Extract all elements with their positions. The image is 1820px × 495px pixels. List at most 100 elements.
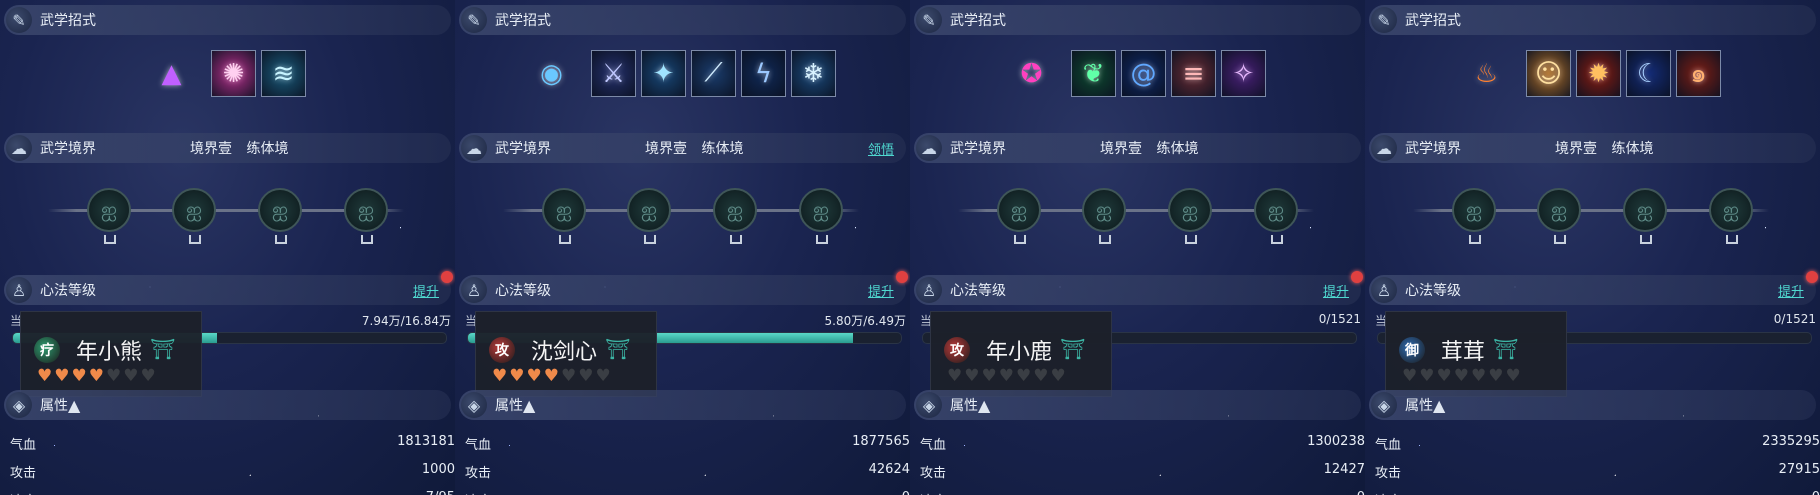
heart-icon: ♥ (1436, 366, 1452, 386)
attr-header: ◈ 属性 ▲ (1369, 390, 1816, 420)
realm-node[interactable]: ஐ (627, 188, 671, 244)
realm-node[interactable]: ஐ (1168, 188, 1212, 244)
realm-node[interactable]: ஐ (344, 188, 388, 244)
violet-spirit-icon[interactable]: ✧ (1221, 50, 1266, 97)
heart-icon: ♥ (1471, 366, 1487, 386)
realm-node[interactable]: ஐ (1254, 188, 1298, 244)
realm-track: ஐ ஐ ஐ ஐ (1405, 188, 1777, 244)
attr-label: 气血 (10, 438, 37, 453)
purple-cone-icon[interactable]: ▲ (149, 50, 194, 97)
upgrade-link[interactable]: 提升 (1323, 281, 1349, 300)
attr-label: 攻击 (465, 466, 492, 481)
upgrade-link[interactable]: 提升 (1778, 281, 1804, 300)
heart-icon: ♥ (1419, 366, 1435, 386)
cloud-swirl-icon: ☁ (461, 135, 487, 161)
attr-header: ◈ 属性 ▲ (4, 390, 451, 420)
blue-crescent-icon[interactable]: ☾ (1626, 50, 1671, 97)
mind-title: 心法等级 (40, 283, 96, 299)
hero-card[interactable]: 攻 年小鹿 ⛩ ♥ ♥ ♥ ♥ ♥ ♥ ♥ (930, 311, 1112, 397)
lightning-icon[interactable]: ϟ (741, 50, 786, 97)
realm-node[interactable]: ஐ (87, 188, 131, 244)
sword-slash-icon[interactable]: ⚔ (591, 50, 636, 97)
collapse-arrow-icon[interactable]: ▲ (978, 396, 990, 415)
realm-node[interactable]: ஐ (713, 188, 757, 244)
collapse-arrow-icon[interactable]: ▲ (523, 396, 535, 415)
realm-node[interactable]: ஐ (1709, 188, 1753, 244)
magenta-swirl-icon[interactable]: ✺ (211, 50, 256, 97)
character-panel: ✎ 武学招式 ▲ ✺ ≋ ☁ 武学境界 境界壹 练体境 ஐ ஐ ஐ ஐ ♙ 心法等级… (0, 0, 455, 495)
heart-icon: ♥ (1016, 366, 1032, 386)
realm-header: ☁ 武学境界 境界壹 练体境 领悟 (459, 133, 906, 163)
heart-icon: ♥ (37, 366, 53, 386)
realm-node[interactable]: ஐ (1623, 188, 1667, 244)
realm-node[interactable]: ஐ (799, 188, 843, 244)
heart-icon: ♥ (1033, 366, 1049, 386)
red-scale-icon[interactable]: ≡ (1171, 50, 1216, 97)
collapse-arrow-icon[interactable]: ▲ (68, 396, 80, 415)
hat-icon: ⛩ (150, 337, 176, 361)
pink-rune-icon[interactable]: ✪ (1009, 50, 1054, 97)
heart-icon: ♥ (595, 366, 611, 386)
attr-value: 0 (1812, 490, 1820, 495)
mind-header: ♙ 心法等级 提升 (1369, 271, 1818, 305)
skill-list: ✪ ❦ @ ≡ ✧ (910, 50, 1365, 97)
attr-title: 属性 (495, 398, 523, 414)
heart-icon: ♥ (964, 366, 980, 386)
notification-dot-icon (1806, 271, 1818, 283)
affinity-hearts: ♥ ♥ ♥ ♥ ♥ ♥ ♥ (947, 367, 1066, 385)
hat-icon: ⛩ (1060, 337, 1086, 361)
hero-card[interactable]: 御 茸茸 ⛩ ♥ ♥ ♥ ♥ ♥ ♥ ♥ (1385, 311, 1567, 397)
fire-figure-icon[interactable]: ♨ (1464, 50, 1509, 97)
realm-node[interactable]: ஐ (172, 188, 216, 244)
brush-icon: ✎ (6, 7, 32, 33)
realm-node[interactable]: ஐ (258, 188, 302, 244)
collapse-arrow-icon[interactable]: ▲ (1433, 396, 1445, 415)
realm-track: ஐ ஐ ஐ ஐ (495, 188, 867, 244)
drop-icon: ◈ (6, 392, 32, 418)
upgrade-link[interactable]: 提升 (413, 281, 439, 300)
skill-list: ◉ ⚔ ✦ ⟋ ϟ ❄ (455, 50, 910, 97)
skill-list: ▲ ✺ ≋ (0, 50, 455, 97)
attr-value: 12427 (1323, 462, 1365, 477)
realm-header: ☁ 武学境界 境界壹 练体境 (1369, 133, 1816, 163)
comprehend-link[interactable]: 领悟 (868, 139, 894, 158)
hero-card[interactable]: 疗 年小熊 ⛩ ♥ ♥ ♥ ♥ ♥ ♥ ♥ (20, 311, 202, 397)
green-leaf-icon[interactable]: ❦ (1071, 50, 1116, 97)
skills-title: 武学招式 (950, 13, 1006, 29)
attr-value: 7/95 (426, 490, 455, 495)
ice-dash-icon[interactable]: ❄ (791, 50, 836, 97)
realm-level: 境界壹 练体境 (1100, 141, 1199, 157)
attr-label: 速度 (1375, 490, 1401, 495)
hero-card[interactable]: 攻 沈剑心 ⛩ ♥ ♥ ♥ ♥ ♥ ♥ ♥ (475, 311, 657, 397)
upgrade-link[interactable]: 提升 (868, 281, 894, 300)
blade-streak-icon[interactable]: ⟋ (691, 50, 736, 97)
realm-node[interactable]: ஐ (1452, 188, 1496, 244)
attr-label: 气血 (1375, 438, 1402, 453)
attr-value: 1000 (421, 462, 455, 477)
flame-swirl-icon[interactable]: ๑ (1676, 50, 1721, 97)
red-explosion-icon[interactable]: ✹ (1576, 50, 1621, 97)
blue-orb-icon[interactable]: ◉ (529, 50, 574, 97)
character-panel: ✎ 武学招式 ♨ ☺ ✹ ☾ ๑ ☁ 武学境界 境界壹 练体境 ஐ ஐ ஐ ஐ ♙ 心法… (1365, 0, 1820, 495)
character-panel: ✎ 武学招式 ◉ ⚔ ✦ ⟋ ϟ ❄ ☁ 武学境界 境界壹 练体境 领悟 ஐ ஐ ஐ ஐ … (455, 0, 910, 495)
realm-node[interactable]: ஐ (1537, 188, 1581, 244)
blue-burst-icon[interactable]: ✦ (641, 50, 686, 97)
hero-name: 年小熊 (76, 340, 143, 365)
realm-node[interactable]: ஐ (542, 188, 586, 244)
heart-icon: ♥ (998, 366, 1014, 386)
mind-header: ♙ 心法等级 提升 (459, 271, 908, 305)
statue-icon: ♙ (916, 277, 942, 303)
blue-vortex-icon[interactable]: @ (1121, 50, 1166, 97)
teal-wave-icon[interactable]: ≋ (261, 50, 306, 97)
progress-value: 0/1521 (1318, 312, 1361, 326)
realm-node[interactable]: ஐ (1082, 188, 1126, 244)
attr-label: 气血 (465, 438, 492, 453)
skills-header: ✎ 武学招式 (1369, 5, 1816, 35)
golden-face-icon[interactable]: ☺ (1526, 50, 1571, 97)
heart-icon: ♥ (1505, 366, 1521, 386)
realm-header: ☁ 武学境界 境界壹 练体境 (914, 133, 1361, 163)
realm-node[interactable]: ஐ (997, 188, 1041, 244)
attr-label: 速度 (465, 490, 491, 495)
attr-value: 0 (1357, 490, 1365, 495)
statue-icon: ♙ (461, 277, 487, 303)
